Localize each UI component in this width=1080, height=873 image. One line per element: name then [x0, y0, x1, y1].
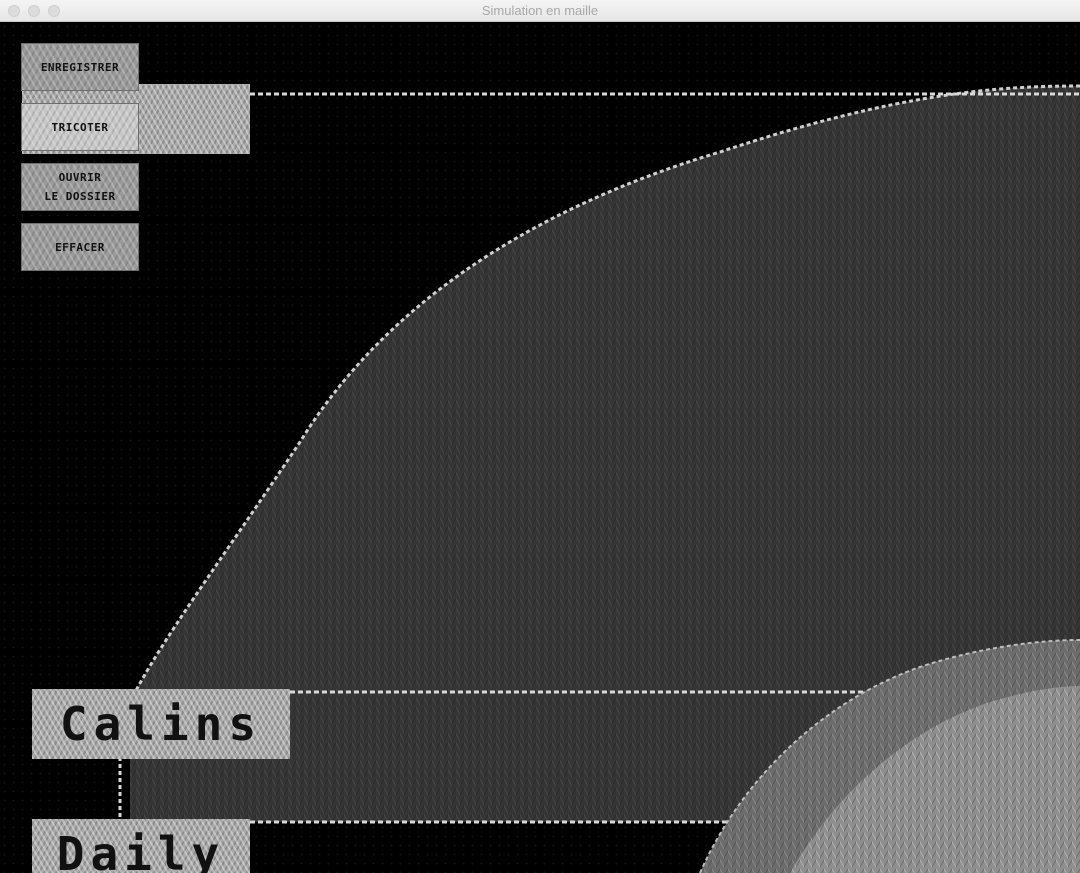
- save-button[interactable]: ENREGISTRER: [21, 43, 139, 91]
- window-title: Simulation en maille: [481, 3, 599, 18]
- knit-text-bottom: Daily: [32, 819, 250, 873]
- clear-button[interactable]: EFFACER: [21, 223, 139, 271]
- knit-canvas[interactable]: Calins Daily ENREGISTRER TRiCOTER OUVRiR…: [0, 22, 1080, 873]
- app-window: Simulation en maille Calins Daily ENREGI…: [0, 0, 1080, 873]
- title-bar: Simulation en maille: [0, 0, 1080, 22]
- open-folder-button[interactable]: OUVRiR LE DOSSiER: [21, 163, 139, 211]
- knit-text-middle: Calins: [32, 689, 290, 759]
- knit-button[interactable]: TRiCOTER: [21, 103, 139, 151]
